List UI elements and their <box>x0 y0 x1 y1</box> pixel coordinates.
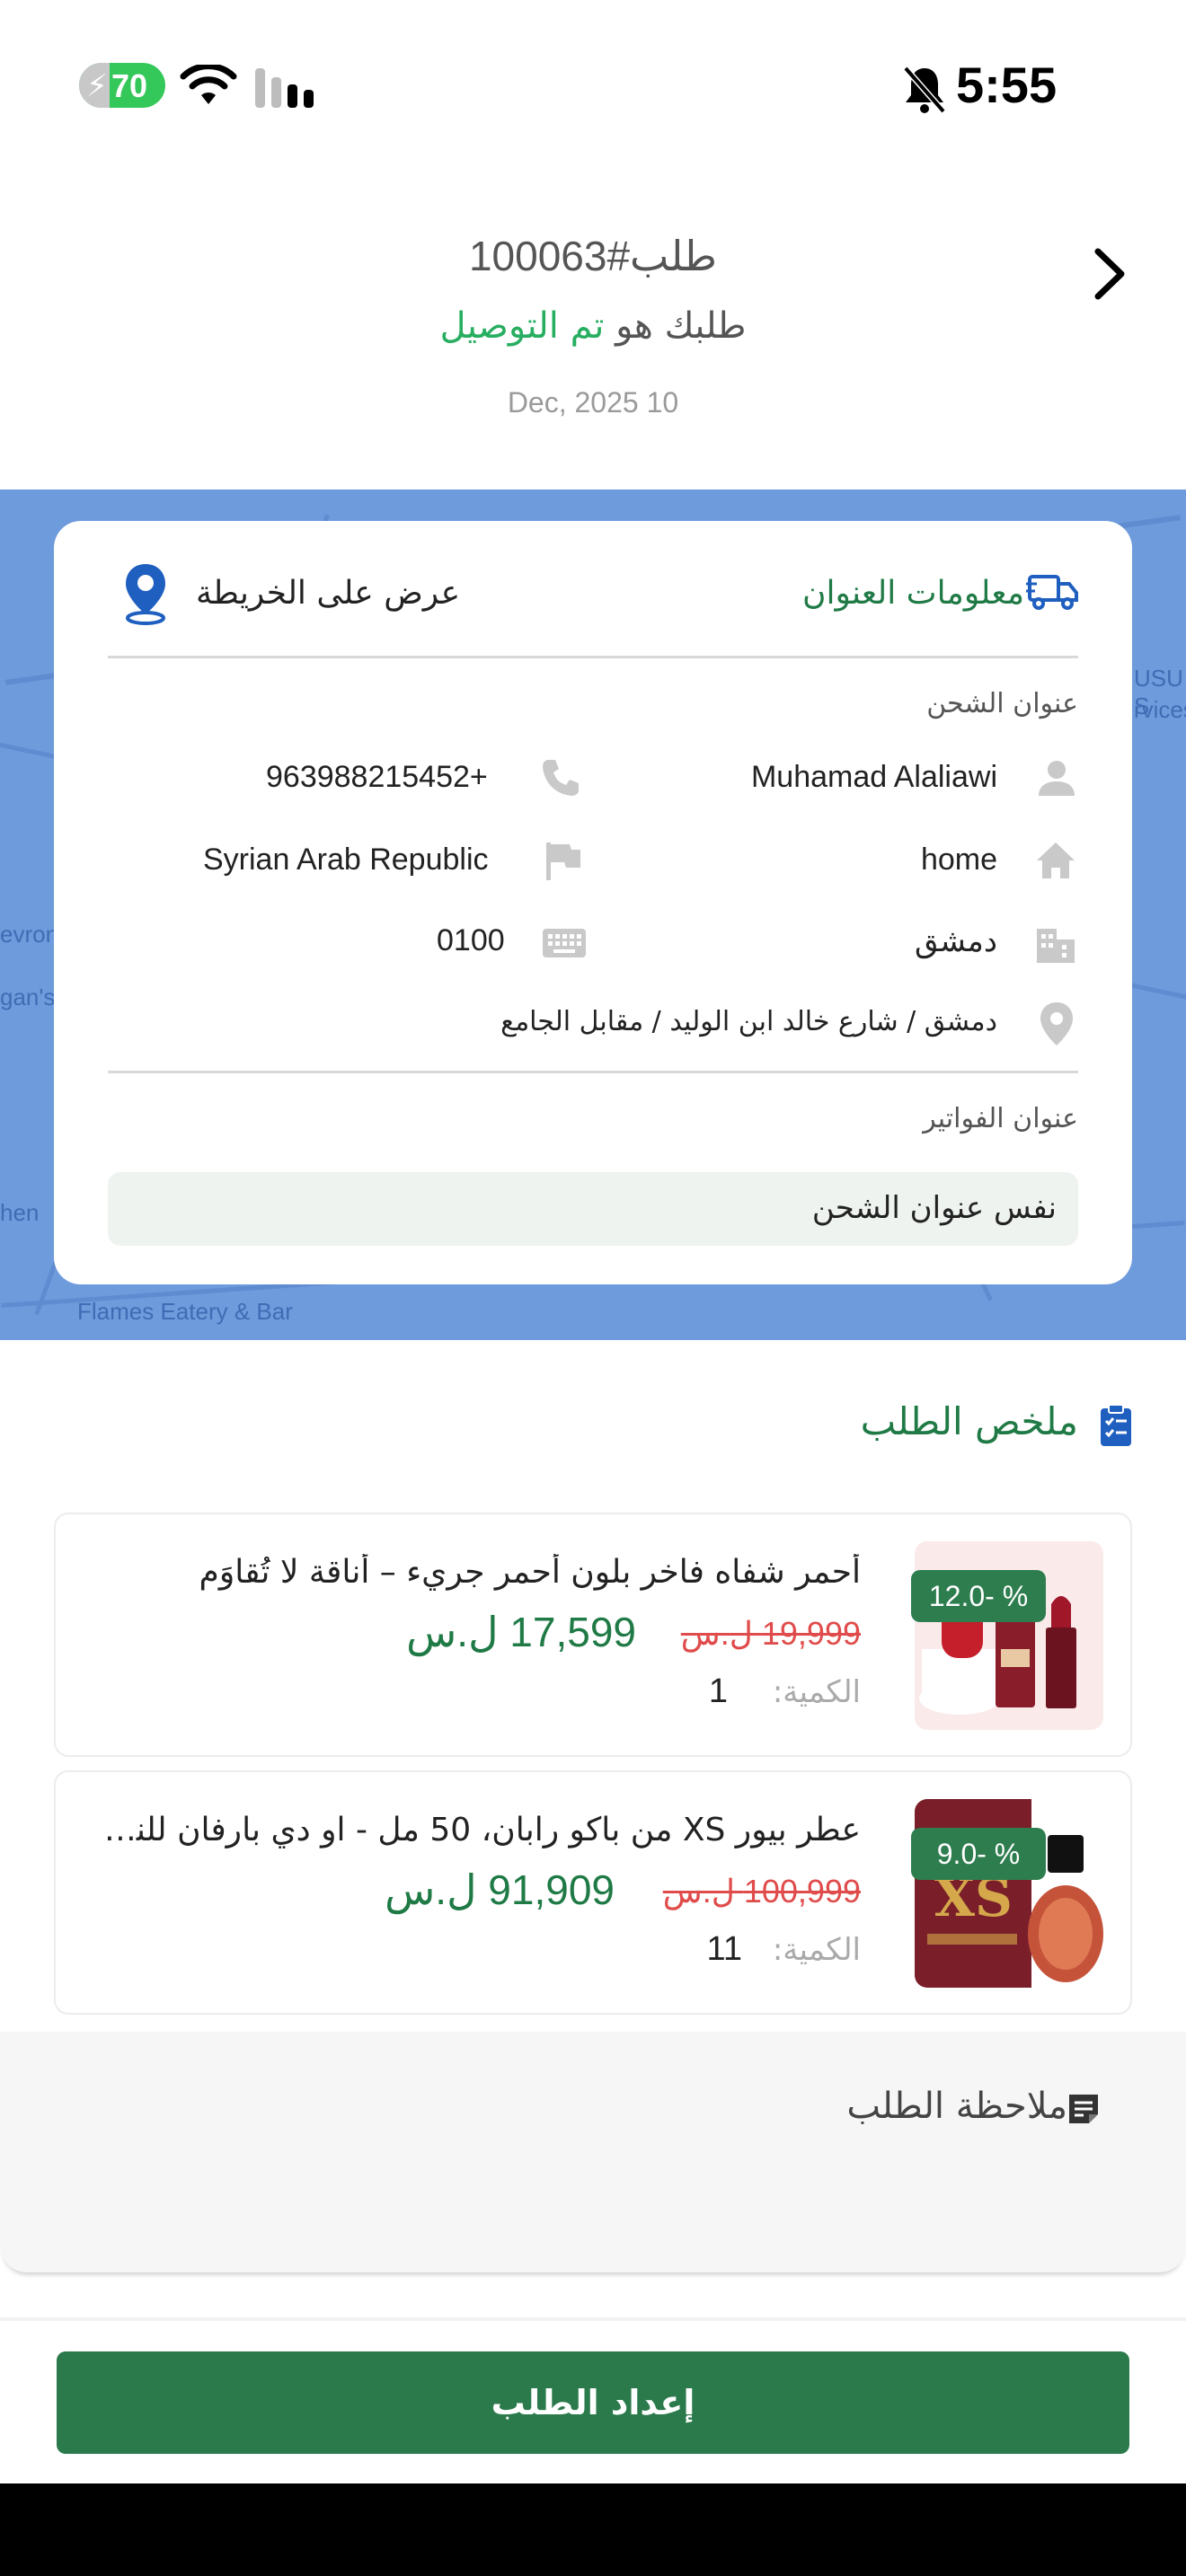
product-card[interactable]: 12.0- % أحمر شفاه فاخر بلون أحمر جريء – … <box>54 1513 1132 1757</box>
product-name: أحمر شفاه فاخر بلون أحمر جريء – أناقة لا… <box>199 1554 861 1591</box>
location-pin-icon <box>1040 1002 1073 1045</box>
shipping-address-label: عنوان الشحن <box>926 688 1078 719</box>
wifi-icon <box>180 65 237 104</box>
truck-icon <box>1026 575 1078 610</box>
street-address: دمشق / شارع خالد ابن الوليد / مقابل الجا… <box>500 1006 997 1037</box>
bell-off-icon <box>903 66 946 114</box>
divider <box>108 656 1078 658</box>
map-side-label: evron <box>0 921 59 948</box>
order-status-value: تم التوصيل <box>439 305 605 347</box>
address-card: معلومات العنوان عرض على الخريطة عنوان ال… <box>54 521 1132 1284</box>
phone-icon <box>543 760 579 796</box>
status-bar: ⚡ 70 5:55 <box>0 0 1186 180</box>
battery-level: 70 <box>111 67 148 104</box>
country: Syrian Arab Republic <box>203 842 489 877</box>
quantity-label: الكمية: <box>772 1674 861 1710</box>
clock: 5:55 <box>956 57 1058 113</box>
product-card[interactable]: XS 9.0- % عطر بيور XS من باكو رابان، 50 … <box>54 1770 1132 2015</box>
order-header: طلب#100063 طلبك هو تم التوصيل Dec, 2025 … <box>0 216 1186 449</box>
map-side-label: hen <box>0 1199 40 1226</box>
divider <box>0 2317 1186 2321</box>
city: دمشق <box>914 924 997 958</box>
city-icon <box>1037 929 1075 963</box>
home-indicator-bar <box>0 2483 1186 2576</box>
new-price: 17,599 ل.س <box>406 1609 636 1655</box>
flag-icon <box>546 842 580 880</box>
keyboard-icon <box>543 929 586 957</box>
postal-code: 0100 <box>437 923 505 957</box>
divider <box>108 1071 1078 1073</box>
address-info-title: معلومات العنوان <box>802 575 1024 612</box>
recipient-name: Muhamad Alaliawi <box>750 760 997 794</box>
quantity-value: 1 <box>708 1672 728 1710</box>
old-price: 100,999 ل.س <box>662 1873 861 1910</box>
order-number: طلب#100063 <box>468 233 718 279</box>
order-notes-title: ملاحظة الطلب <box>846 2086 1067 2127</box>
prepare-order-button[interactable]: إعداد الطلب <box>57 2351 1129 2454</box>
billing-address-value: نفس عنوان الشحن <box>811 1190 1057 1226</box>
discount-badge: 12.0- % <box>911 1570 1046 1622</box>
map-pin-icon[interactable] <box>120 562 171 625</box>
view-on-map-link[interactable]: عرض على الخريطة <box>196 575 460 612</box>
order-notes-section: ملاحظة الطلب <box>0 2032 1186 2272</box>
charging-icon: ⚡ <box>86 68 108 104</box>
order-date: Dec, 2025 10 <box>507 386 679 419</box>
address-type: home <box>920 842 997 877</box>
map-side-label: gan's <box>0 984 56 1010</box>
map-side-label: rvices <box>1134 696 1186 723</box>
billing-address-box: نفس عنوان الشحن <box>108 1172 1078 1246</box>
billing-address-label: عنوان الفواتير <box>923 1103 1078 1134</box>
clipboard-icon <box>1101 1404 1131 1446</box>
order-summary-title: ملخص الطلب <box>860 1399 1078 1443</box>
map-place-label: Flames Eatery & Bar <box>77 1298 293 1325</box>
person-icon <box>1039 761 1075 796</box>
product-name: عطر بيور XS من باكو رابان، 50 مل - او دي… <box>88 1812 861 1848</box>
quantity-value: 11 <box>706 1930 742 1968</box>
phone-number: 963988215452+ <box>266 760 488 794</box>
back-chevron-icon[interactable] <box>1087 243 1132 305</box>
old-price: 19,999 ل.س <box>680 1615 861 1652</box>
note-icon <box>1069 2095 1098 2123</box>
order-status-prefix: طلبك هو <box>615 305 747 347</box>
home-icon <box>1037 842 1075 878</box>
discount-badge: 9.0- % <box>911 1828 1046 1880</box>
cellular-signal-icon <box>255 68 314 108</box>
order-status: طلبك هو تم التوصيل <box>0 305 1186 347</box>
new-price: 91,909 ل.س <box>385 1866 615 1913</box>
quantity-label: الكمية: <box>772 1932 861 1968</box>
battery-indicator: ⚡ 70 <box>79 63 165 108</box>
